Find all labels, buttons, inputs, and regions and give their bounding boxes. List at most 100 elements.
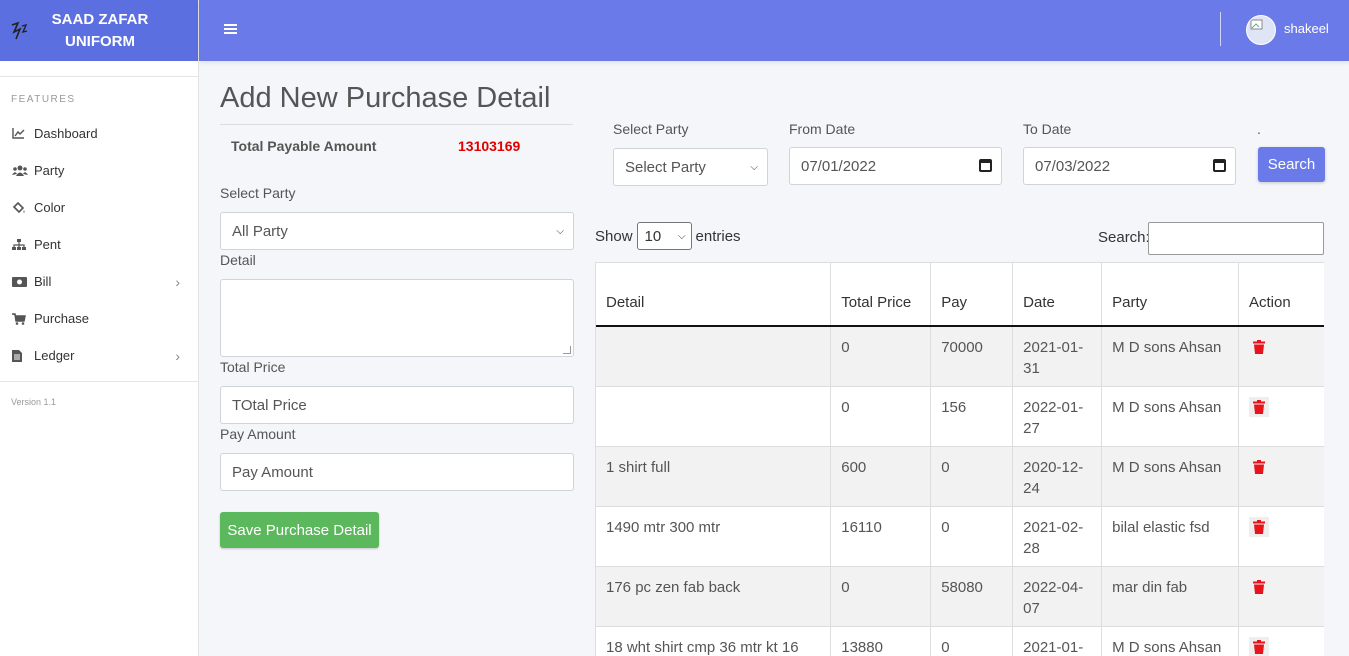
show-label: Show bbox=[595, 227, 633, 245]
topbar: shakeel bbox=[199, 0, 1349, 61]
total-price-placeholder: TOtal Price bbox=[232, 396, 307, 414]
save-purchase-button[interactable]: Save Purchase Detail bbox=[220, 512, 379, 548]
cell-action bbox=[1238, 506, 1324, 567]
chevron-right-icon: › bbox=[175, 347, 180, 364]
table-row: 1490 mtr 300 mtr 16110 0 2021-02-28 bila… bbox=[596, 506, 1324, 567]
filter-dot: . bbox=[1257, 121, 1261, 137]
to-date-label: To Date bbox=[1023, 121, 1072, 137]
avatar[interactable] bbox=[1246, 15, 1276, 45]
filter-party-label: Select Party bbox=[613, 121, 689, 137]
file-icon bbox=[12, 349, 34, 362]
menu-toggle-icon[interactable] bbox=[224, 19, 237, 40]
search-button[interactable]: Search bbox=[1258, 147, 1325, 182]
cell-party: M D sons Ahsan bbox=[1101, 446, 1239, 507]
table-search-label: Search: bbox=[1098, 229, 1150, 246]
sidebar: SAAD ZAFAR UNIFORM FEATURES Dashboard Pa… bbox=[0, 0, 199, 656]
cell-total-price: 0 bbox=[830, 326, 932, 387]
delete-trash-icon[interactable] bbox=[1249, 396, 1269, 417]
cell-action bbox=[1238, 326, 1324, 387]
filter-party-select[interactable]: Select Party ⌵ bbox=[613, 148, 768, 186]
pay-amount-label: Pay Amount bbox=[220, 426, 296, 442]
cell-date: 2022-01-27 bbox=[1012, 386, 1103, 447]
table-row: 18 wht shirt cmp 36 mtr kt 16 13880 0 20… bbox=[596, 626, 1324, 656]
brand-line-2: UNIFORM bbox=[65, 32, 135, 50]
paint-bucket-icon bbox=[12, 201, 34, 214]
delete-trash-icon[interactable] bbox=[1249, 516, 1269, 537]
sidebar-item-ledger[interactable]: Ledger › bbox=[0, 337, 198, 374]
total-price-input[interactable]: TOtal Price bbox=[220, 386, 574, 424]
sidebar-item-party[interactable]: Party bbox=[0, 152, 198, 189]
detail-textarea[interactable] bbox=[220, 279, 574, 357]
sidebar-item-dashboard[interactable]: Dashboard bbox=[0, 115, 198, 152]
cell-party: M D sons Ahsan bbox=[1101, 326, 1239, 387]
resize-handle-icon[interactable] bbox=[563, 346, 571, 354]
table-row: 0 156 2022-01-27 M D sons Ahsan bbox=[596, 386, 1324, 447]
sidebar-item-label: Purchase bbox=[34, 311, 89, 326]
delete-trash-icon[interactable] bbox=[1249, 457, 1269, 477]
cell-pay: 58080 bbox=[930, 566, 1014, 627]
page-size-select[interactable]: 10 ⌵ bbox=[636, 222, 692, 250]
sidebar-item-bill[interactable]: Bill › bbox=[0, 263, 198, 300]
calendar-icon[interactable] bbox=[1213, 159, 1226, 172]
sidebar-heading: FEATURES bbox=[11, 94, 76, 105]
cell-detail bbox=[596, 326, 832, 387]
calendar-icon[interactable] bbox=[979, 159, 992, 172]
sidebar-item-label: Ledger bbox=[34, 348, 75, 363]
brand[interactable]: SAAD ZAFAR UNIFORM bbox=[0, 0, 198, 61]
cell-pay: 0 bbox=[930, 626, 1014, 656]
column-header-detail[interactable]: Detail bbox=[596, 263, 832, 327]
brand-logo-icon bbox=[0, 0, 40, 61]
chart-area-icon bbox=[12, 128, 34, 139]
purchase-table-wrapper[interactable]: Detail Total Price Pay Date Party Action… bbox=[595, 262, 1324, 656]
delete-trash-icon[interactable] bbox=[1249, 636, 1269, 656]
to-date-input[interactable]: 07/03/2022 bbox=[1023, 147, 1236, 185]
column-header-pay[interactable]: Pay bbox=[930, 263, 1014, 327]
username[interactable]: shakeel bbox=[1284, 21, 1329, 36]
table-row: 0 70000 2021-01-31 M D sons Ahsan bbox=[596, 326, 1324, 387]
sidebar-item-pent[interactable]: Pent bbox=[0, 226, 198, 263]
cell-pay: 0 bbox=[930, 446, 1014, 507]
table-row: 1 shirt full 600 0 2020-12-24 M D sons A… bbox=[596, 446, 1324, 507]
pay-amount-placeholder: Pay Amount bbox=[232, 463, 313, 481]
cell-total-price: 0 bbox=[830, 386, 932, 447]
cell-detail: 176 pc zen fab back bbox=[596, 566, 832, 627]
main-content: Add New Purchase Detail Total Payable Am… bbox=[199, 61, 1349, 656]
page-size-value: 10 bbox=[644, 227, 662, 245]
money-bill-icon bbox=[12, 276, 34, 287]
sidebar-item-label: Bill bbox=[34, 274, 52, 289]
party-select[interactable]: All Party ⌵ bbox=[220, 212, 574, 250]
cell-pay: 0 bbox=[930, 506, 1014, 567]
to-date-value: 07/03/2022 bbox=[1035, 157, 1111, 175]
cart-icon bbox=[12, 312, 34, 325]
cell-pay: 70000 bbox=[930, 326, 1014, 387]
detail-label: Detail bbox=[220, 252, 256, 268]
users-icon bbox=[12, 165, 34, 176]
party-select-label: Select Party bbox=[220, 185, 296, 201]
sidebar-item-label: Party bbox=[34, 163, 65, 178]
cell-action bbox=[1238, 446, 1324, 507]
column-header-party[interactable]: Party bbox=[1101, 263, 1239, 327]
cell-party: bilal elastic fsd bbox=[1101, 506, 1239, 567]
cell-action bbox=[1238, 626, 1324, 656]
cell-party: M D sons Ahsan bbox=[1101, 386, 1239, 447]
from-date-input[interactable]: 07/01/2022 bbox=[789, 147, 1002, 185]
sitemap-icon bbox=[12, 238, 34, 251]
sidebar-item-color[interactable]: Color bbox=[0, 189, 198, 226]
page-size-control: Show 10 ⌵ entries bbox=[595, 222, 741, 250]
pay-amount-input[interactable]: Pay Amount bbox=[220, 453, 574, 491]
cell-date: 2021-01-31 bbox=[1012, 326, 1103, 387]
cell-detail: 18 wht shirt cmp 36 mtr kt 16 bbox=[596, 626, 832, 656]
column-header-date[interactable]: Date bbox=[1012, 263, 1103, 327]
title-divider bbox=[220, 124, 573, 125]
table-body: 0 70000 2021-01-31 M D sons Ahsan 0 156 … bbox=[596, 326, 1324, 656]
cell-party: mar din fab bbox=[1101, 566, 1239, 627]
chevron-down-icon: ⌵ bbox=[556, 225, 564, 237]
sidebar-item-label: Pent bbox=[34, 237, 61, 252]
delete-trash-icon[interactable] bbox=[1249, 337, 1269, 357]
chevron-down-icon: ⌵ bbox=[750, 161, 758, 173]
sidebar-item-purchase[interactable]: Purchase bbox=[0, 300, 198, 337]
column-header-total-price[interactable]: Total Price bbox=[830, 263, 932, 327]
cell-total-price: 13880 bbox=[830, 626, 932, 656]
delete-trash-icon[interactable] bbox=[1249, 577, 1269, 597]
table-search-input[interactable] bbox=[1148, 222, 1324, 255]
